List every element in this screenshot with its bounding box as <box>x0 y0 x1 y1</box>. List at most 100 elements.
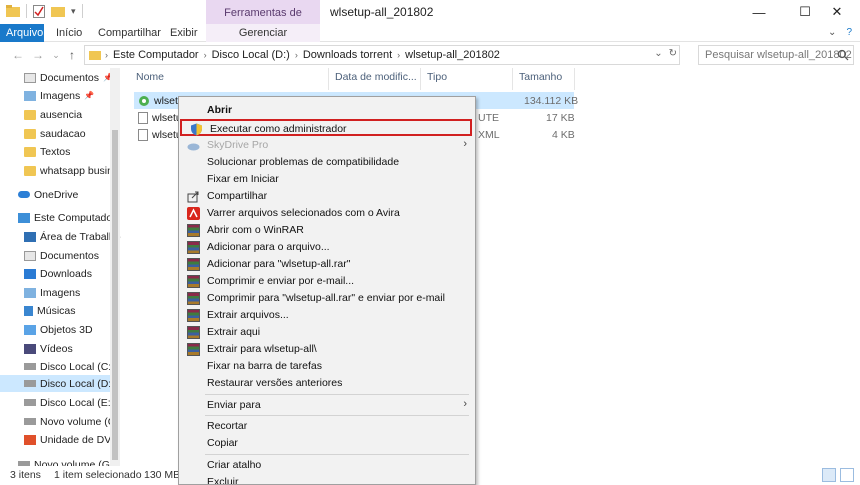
properties-icon[interactable] <box>33 4 45 18</box>
desktop-icon <box>24 231 36 242</box>
details-view-icon[interactable] <box>822 468 836 482</box>
file-icon <box>138 111 148 124</box>
nav-item-disco-d[interactable]: Disco Local (D:) <box>0 375 110 392</box>
back-icon[interactable]: ← <box>10 46 26 64</box>
share-icon <box>187 191 199 203</box>
tab-inicio[interactable]: Início <box>50 24 88 42</box>
setup-icon <box>139 95 149 106</box>
folder-icon[interactable] <box>6 5 20 17</box>
menu-item-enviar-para[interactable]: Enviar para › <box>179 397 475 414</box>
menu-item-criar-atalho[interactable]: Criar atalho <box>179 457 475 474</box>
tab-arquivo[interactable]: Arquivo <box>0 24 44 42</box>
menu-item-adicionar-arquivo[interactable]: Adicionar para o arquivo... <box>179 239 475 256</box>
folder-icon <box>24 165 36 176</box>
menu-item-fixar-barra-tarefas[interactable]: Fixar na barra de tarefas <box>179 358 475 375</box>
menu-item-recortar[interactable]: Recortar <box>179 418 475 435</box>
avira-icon <box>187 207 200 220</box>
file-size: 4 KB <box>552 129 575 141</box>
menu-item-extrair-para[interactable]: Extrair para wlsetup-all\ <box>179 341 475 358</box>
column-header-data[interactable]: Data de modific... <box>335 71 417 83</box>
context-menu: Abrir Executar como administrador SkyDri… <box>178 96 476 485</box>
folder-icon <box>89 51 101 60</box>
customize-toolbar-icon[interactable]: ▾ <box>71 6 76 17</box>
menu-separator <box>205 454 469 455</box>
menu-item-fixar-em-iniciar[interactable]: Fixar em Iniciar <box>179 171 475 188</box>
new-folder-icon[interactable] <box>51 5 65 17</box>
pictures-icon <box>24 90 36 101</box>
quick-access-toolbar: ▾ <box>6 4 83 18</box>
breadcrumb-este-computador[interactable]: Este Computador <box>113 49 199 61</box>
menu-item-extrair-arquivos[interactable]: Extrair arquivos... <box>179 307 475 324</box>
help-icon[interactable]: ? <box>846 27 852 38</box>
breadcrumb-downloads-torrent[interactable]: Downloads torrent <box>303 49 392 61</box>
menu-item-varrer-avira[interactable]: Varrer arquivos selecionados com o Avira <box>179 205 475 222</box>
search-placeholder: Pesquisar wlsetup-all_201802 <box>705 49 852 61</box>
pin-icon: 📌 <box>84 91 95 100</box>
context-tab-header: Ferramentas de Aplicativo <box>206 0 320 45</box>
pictures-icon <box>24 287 36 298</box>
menu-item-skydrive-pro[interactable]: SkyDrive Pro › <box>179 137 475 154</box>
menu-item-abrir-winrar[interactable]: Abrir com o WinRAR <box>179 222 475 239</box>
ribbon-expand-icon[interactable]: ⌄ <box>828 27 836 38</box>
ribbon-controls: ⌄ ? <box>828 27 852 38</box>
menu-item-extrair-aqui[interactable]: Extrair aqui <box>179 324 475 341</box>
documents-icon <box>24 250 36 261</box>
column-divider[interactable] <box>420 68 421 90</box>
tab-exibir[interactable]: Exibir <box>164 24 204 42</box>
large-icons-view-icon[interactable] <box>840 468 854 482</box>
skydrive-icon <box>187 143 200 151</box>
address-bar[interactable]: › Este Computador › Disco Local (D:) › D… <box>84 45 680 65</box>
toolbar-divider <box>81 4 83 18</box>
address-row: ← → ⌄ ↑ › Este Computador › Disco Local … <box>0 42 860 68</box>
menu-item-copiar[interactable]: Copiar <box>179 435 475 452</box>
menu-item-solucionar-problemas[interactable]: Solucionar problemas de compatibilidade <box>179 154 475 171</box>
close-icon[interactable]: ✕ <box>814 0 860 24</box>
menu-item-executar-como-administrador[interactable]: Executar como administrador <box>180 119 472 136</box>
nav-scrollbar-thumb[interactable] <box>112 130 118 460</box>
menu-item-compartilhar[interactable]: Compartilhar <box>179 188 475 205</box>
drive-icon <box>24 380 36 387</box>
breadcrumb-separator-icon[interactable]: › <box>204 50 207 60</box>
menu-item-excluir[interactable]: Excluir <box>179 474 475 484</box>
breadcrumb-separator-icon[interactable]: › <box>105 50 108 60</box>
winrar-icon <box>187 258 200 271</box>
title-bar: ▾ Ferramentas de Aplicativo wlsetup-all_… <box>0 0 860 45</box>
recent-locations-icon[interactable]: ⌄ <box>48 46 64 64</box>
breadcrumb-separator-icon[interactable]: › <box>295 50 298 60</box>
forward-icon[interactable]: → <box>30 46 46 64</box>
menu-item-adicionar-rar[interactable]: Adicionar para "wlsetup-all.rar" <box>179 256 475 273</box>
column-header-tipo[interactable]: Tipo <box>427 71 447 83</box>
drive-icon <box>24 399 36 406</box>
column-divider[interactable] <box>574 68 575 90</box>
menu-item-comprimir-rar-email[interactable]: Comprimir para "wlsetup-all.rar" e envia… <box>179 290 475 307</box>
refresh-icon[interactable]: ↻ <box>669 48 677 59</box>
xml-file-icon <box>138 128 148 141</box>
toolbar-divider <box>26 4 27 18</box>
menu-item-abrir[interactable]: Abrir <box>179 102 475 119</box>
address-bar-controls: ⌄ ↻ <box>654 48 677 59</box>
file-size: 17 KB <box>546 112 575 124</box>
minimize-icon[interactable]: — <box>736 0 782 24</box>
column-header-nome[interactable]: Nome <box>136 71 164 83</box>
up-icon[interactable]: ↑ <box>64 46 80 64</box>
tab-gerenciar[interactable]: Gerenciar <box>206 24 320 42</box>
folder-icon <box>24 128 36 139</box>
column-divider[interactable] <box>512 68 513 90</box>
tab-compartilhar[interactable]: Compartilhar <box>92 24 167 42</box>
menu-item-comprimir-email[interactable]: Comprimir e enviar por e-mail... <box>179 273 475 290</box>
documents-icon <box>24 72 36 83</box>
column-divider[interactable] <box>328 68 329 90</box>
window-title: wlsetup-all_201802 <box>330 5 434 19</box>
search-icon <box>837 49 849 61</box>
search-input[interactable]: Pesquisar wlsetup-all_201802 <box>698 45 854 65</box>
breadcrumb-current-folder[interactable]: wlsetup-all_201802 <box>405 49 500 61</box>
menu-item-restaurar-versoes[interactable]: Restaurar versões anteriores <box>179 375 475 392</box>
column-header-tamanho[interactable]: Tamanho <box>519 71 562 83</box>
ribbon-tabs: Arquivo Início Compartilhar Exibir Geren… <box>0 24 860 42</box>
file-type: UTE <box>478 112 499 124</box>
nav-scrollbar[interactable] <box>110 68 120 466</box>
address-dropdown-icon[interactable]: ⌄ <box>654 48 662 59</box>
folder-icon <box>24 109 36 120</box>
breadcrumb-separator-icon[interactable]: › <box>397 50 400 60</box>
breadcrumb-disco-d[interactable]: Disco Local (D:) <box>212 49 290 61</box>
